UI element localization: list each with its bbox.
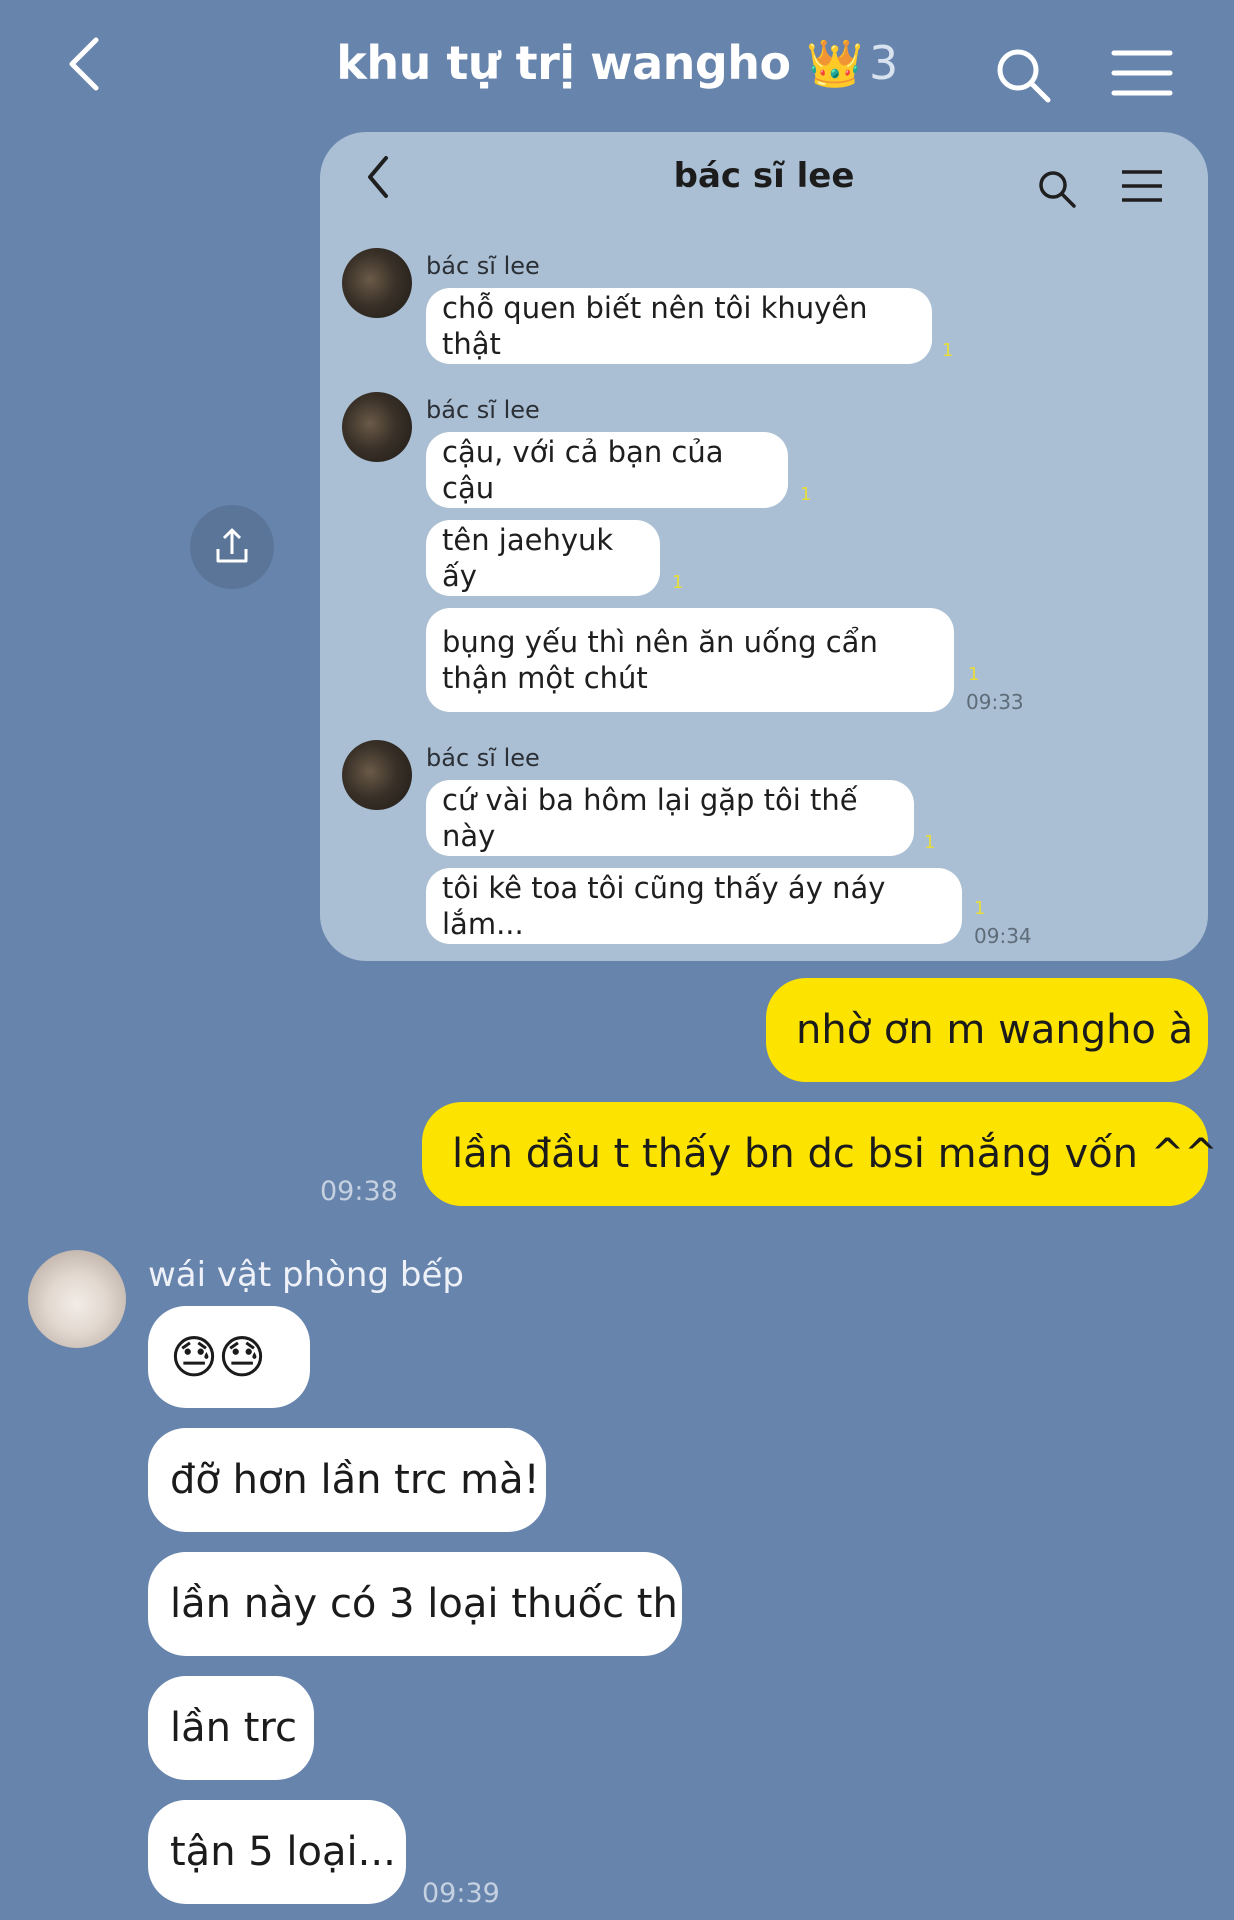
inner-menu-icon bbox=[1122, 170, 1162, 202]
menu-icon bbox=[1111, 50, 1173, 96]
inner-read-count: 1 bbox=[800, 484, 812, 505]
crown-icon: 👑 bbox=[806, 36, 863, 90]
incoming-message[interactable]: đỡ hơn lần trc mà! bbox=[148, 1428, 546, 1532]
share-button[interactable] bbox=[190, 505, 274, 589]
inner-avatar bbox=[342, 740, 412, 810]
incoming-message[interactable]: 😓😓 bbox=[148, 1306, 310, 1408]
inner-read-count: 1 bbox=[924, 832, 936, 853]
sender-name: wái vật phòng bếp bbox=[148, 1255, 464, 1295]
incoming-message[interactable]: lần trc bbox=[148, 1676, 314, 1780]
search-button[interactable] bbox=[994, 46, 1054, 110]
message-timestamp: 09:38 bbox=[320, 1176, 398, 1207]
search-icon bbox=[997, 49, 1051, 103]
member-count: 3 bbox=[868, 36, 898, 90]
inner-message: chỗ quen biết nên tôi khuyên thật bbox=[426, 288, 932, 364]
inner-message: cậu, với cả bạn của cậu bbox=[426, 432, 788, 508]
message-timestamp: 09:39 bbox=[422, 1878, 500, 1909]
inner-message: cứ vài ba hôm lại gặp tôi thế này bbox=[426, 780, 914, 856]
chat-title-text: khu tự trị wangho bbox=[336, 36, 791, 90]
sender-avatar[interactable] bbox=[28, 1250, 126, 1348]
incoming-message[interactable]: lần này có 3 loại thuốc th bbox=[148, 1552, 682, 1656]
inner-message: bụng yếu thì nên ăn uống cẩn thận một ch… bbox=[426, 608, 954, 712]
outgoing-message[interactable]: lần đầu t thấy bn dc bsi mắng vốn ^^ bbox=[422, 1102, 1218, 1206]
inner-read-count: 1 bbox=[974, 898, 986, 919]
outgoing-message[interactable]: nhờ ơn m wangho à bbox=[766, 978, 1208, 1082]
menu-button[interactable] bbox=[1110, 48, 1174, 102]
inner-read-count: 1 bbox=[968, 664, 980, 685]
inner-read-count: 1 bbox=[942, 340, 954, 361]
inner-timestamp: 09:33 bbox=[966, 690, 1024, 714]
inner-timestamp: 09:34 bbox=[974, 924, 1032, 948]
share-icon bbox=[216, 528, 248, 563]
incoming-message[interactable]: tận 5 loại... bbox=[148, 1800, 406, 1904]
screenshot-attachment[interactable]: bác sĩ lee bác sĩ lee chỗ quen biết nên … bbox=[320, 132, 1208, 961]
inner-search-icon bbox=[1039, 171, 1076, 208]
inner-sender-name: bác sĩ lee bbox=[426, 744, 540, 772]
inner-avatar bbox=[342, 248, 412, 318]
inner-message: tôi kê toa tôi cũng thấy áy náy lắm... bbox=[426, 868, 962, 944]
inner-read-count: 1 bbox=[672, 572, 684, 593]
inner-message: tên jaehyuk ấy bbox=[426, 520, 660, 596]
inner-sender-name: bác sĩ lee bbox=[426, 252, 540, 280]
inner-avatar bbox=[342, 392, 412, 462]
inner-sender-name: bác sĩ lee bbox=[426, 396, 540, 424]
